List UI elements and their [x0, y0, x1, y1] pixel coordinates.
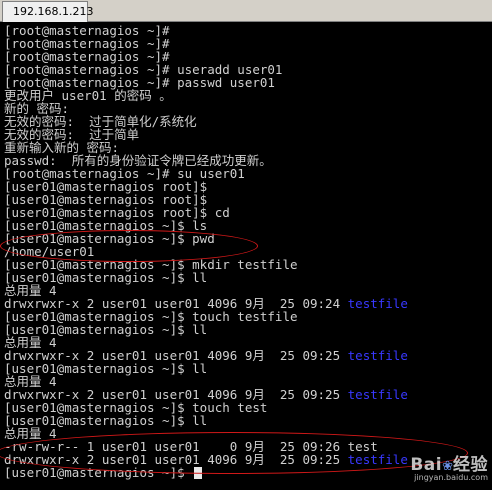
terminal-output[interactable]: [root@masternagios ~]# [root@masternagios…: [0, 22, 492, 490]
directory-name: testfile: [347, 452, 408, 467]
terminal-line: [user01@masternagios ~]$ ll: [4, 271, 408, 284]
directory-name: testfile: [347, 348, 408, 363]
terminal-line: [user01@masternagios ~]$ ll: [4, 414, 408, 427]
watermark: Bai❀经验 jingyan.baidu.com: [410, 450, 488, 482]
directory-name: testfile: [347, 296, 408, 311]
line-text: [user01@masternagios ~]$: [4, 465, 193, 480]
paw-icon: ❀: [442, 459, 453, 474]
session-tab-bar: 192.168.1.213: [0, 0, 492, 22]
text-cursor: [194, 467, 203, 479]
terminal-line: [user01@masternagios ~]$: [4, 466, 408, 479]
terminal-line: [user01@masternagios ~]$ ll: [4, 362, 408, 375]
terminal-lines: [root@masternagios ~]# [root@masternagios…: [4, 24, 408, 479]
terminal-line: [user01@masternagios ~]$ ll: [4, 323, 408, 336]
directory-name: testfile: [347, 387, 408, 402]
watermark-url: jingyan.baidu.com: [414, 473, 488, 482]
watermark-logo: Bai: [410, 455, 443, 475]
watermark-logo-tail: 经验: [453, 455, 488, 475]
session-tab[interactable]: 192.168.1.213: [2, 1, 93, 22]
